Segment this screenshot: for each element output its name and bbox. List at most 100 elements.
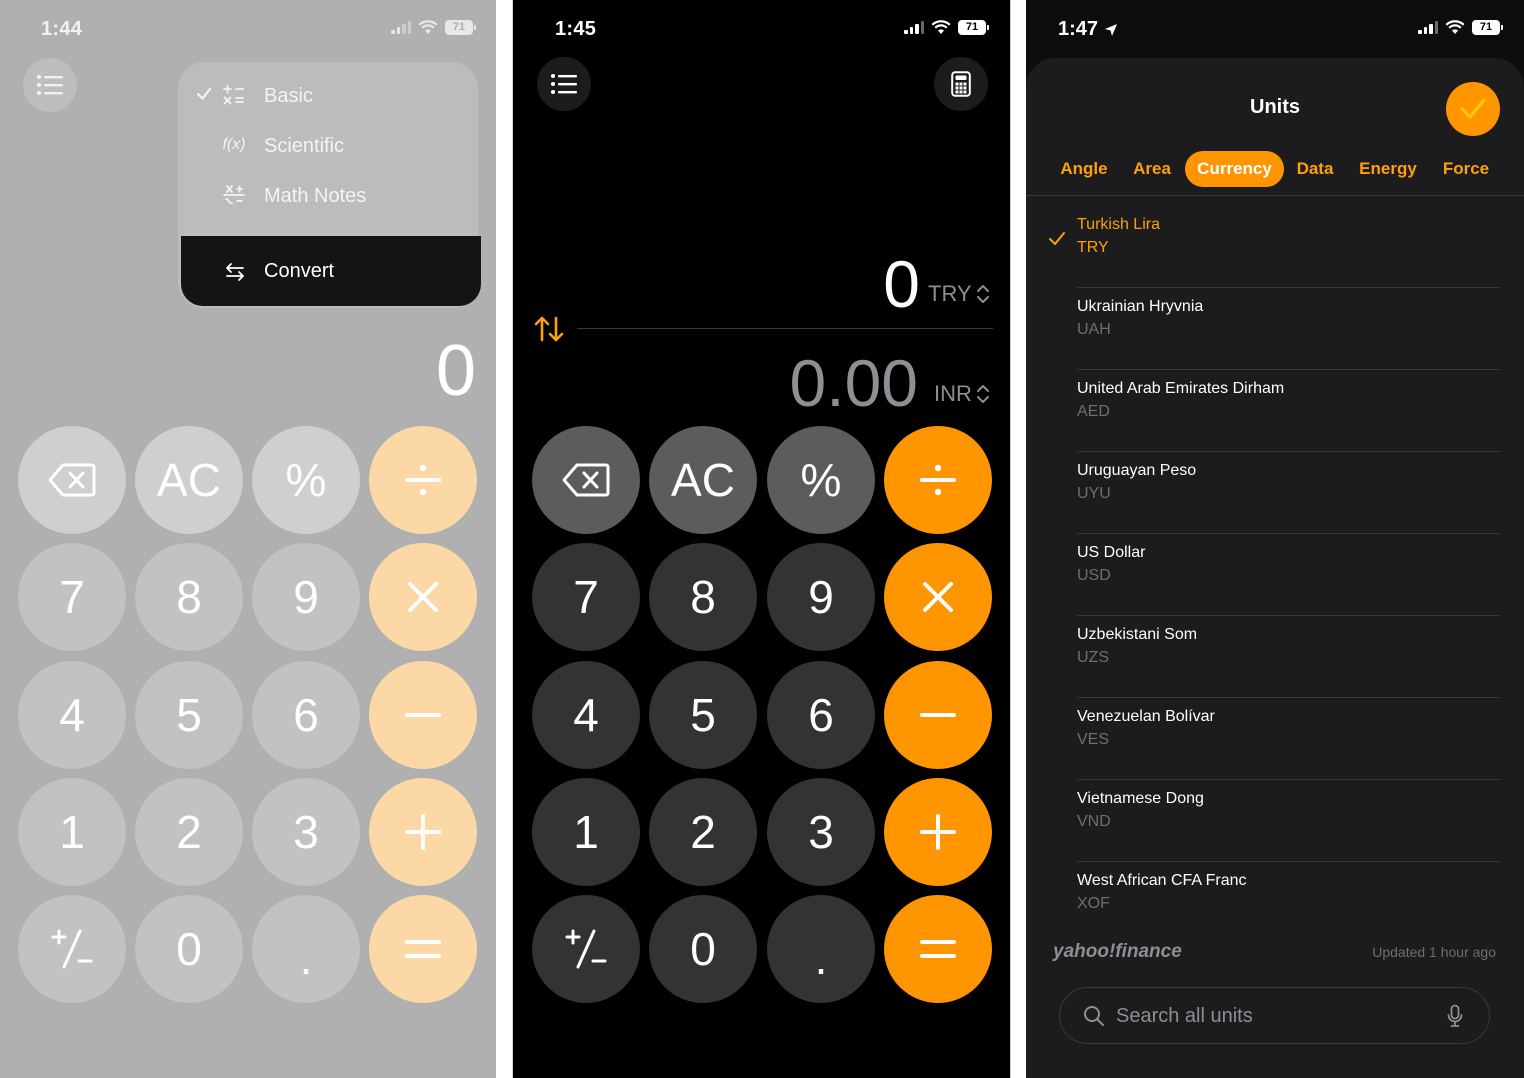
divide-button[interactable] xyxy=(369,426,477,534)
currency-name: Uzbekistani Som xyxy=(1077,626,1198,643)
menu-item-math-notes[interactable]: Math Notes xyxy=(178,174,478,218)
tab-energy[interactable]: Energy xyxy=(1357,151,1419,187)
percent-button[interactable]: % xyxy=(767,426,875,534)
percent-button[interactable]: % xyxy=(252,426,360,534)
microphone-icon[interactable] xyxy=(1447,1004,1463,1028)
menu-list-button[interactable] xyxy=(23,58,77,112)
source-unit-picker[interactable]: TRY xyxy=(928,281,990,307)
digit-3-button[interactable]: 3 xyxy=(767,778,875,886)
backspace-icon xyxy=(562,463,610,497)
decimal-button[interactable]: . xyxy=(252,895,360,1003)
digit-1-button[interactable]: 1 xyxy=(532,778,640,886)
chevron-up-down-icon xyxy=(976,385,989,403)
decimal-button[interactable]: . xyxy=(767,895,875,1003)
digit-0-button[interactable]: 0 xyxy=(135,895,243,1003)
digit-8-button[interactable]: 8 xyxy=(649,543,757,651)
currency-code: XOF xyxy=(1077,895,1110,912)
tab-data[interactable]: Data xyxy=(1293,151,1337,187)
multiply-button[interactable] xyxy=(884,543,992,651)
clear-button[interactable]: AC xyxy=(135,426,243,534)
tab-force[interactable]: Force xyxy=(1440,151,1492,187)
yahoo-finance-logo: yahoo!finance xyxy=(1053,941,1182,962)
menu-item-scientific[interactable]: f(x) Scientific xyxy=(178,124,478,168)
digit-2-button[interactable]: 2 xyxy=(649,778,757,886)
multiply-button[interactable] xyxy=(369,543,477,651)
swap-units-button[interactable] xyxy=(533,314,565,349)
target-unit-label: INR xyxy=(934,381,972,406)
minus-button[interactable] xyxy=(369,661,477,769)
minus-button[interactable] xyxy=(884,661,992,769)
currency-code: AED xyxy=(1077,403,1110,420)
plus-icon xyxy=(405,814,441,850)
digit-6-button[interactable]: 6 xyxy=(767,661,875,769)
digit-4-button[interactable]: 4 xyxy=(532,661,640,769)
plus-minus-button[interactable] xyxy=(532,895,640,1003)
source-unit-label: TRY xyxy=(928,281,972,306)
menu-list-button[interactable] xyxy=(537,57,591,111)
digit-9-button[interactable]: 9 xyxy=(252,543,360,651)
digit-2-button[interactable]: 2 xyxy=(135,778,243,886)
digit-6-button[interactable]: 6 xyxy=(252,661,360,769)
list-item-currency[interactable]: Turkish Lira TRY xyxy=(1026,206,1524,288)
units-picker-screen: 1:47 71 Units Angle Area Currency Data E… xyxy=(1026,0,1524,1078)
currency-code: UAH xyxy=(1077,321,1111,338)
search-field[interactable] xyxy=(1059,987,1490,1044)
minus-icon xyxy=(405,713,441,717)
list-item-currency[interactable]: Uzbekistani Som UZS xyxy=(1026,616,1524,698)
status-time: 1:44 xyxy=(41,18,83,40)
minus-icon xyxy=(920,713,956,717)
target-unit-picker[interactable]: INR xyxy=(934,381,990,407)
plus-minus-button[interactable] xyxy=(18,895,126,1003)
digit-7-button[interactable]: 7 xyxy=(532,543,640,651)
menu-item-basic[interactable]: Basic xyxy=(178,74,478,118)
digit-5-button[interactable]: 5 xyxy=(135,661,243,769)
equals-button[interactable] xyxy=(369,895,477,1003)
digit-9-button[interactable]: 9 xyxy=(767,543,875,651)
clear-button[interactable]: AC xyxy=(649,426,757,534)
checkmark-icon xyxy=(196,87,212,101)
equals-button[interactable] xyxy=(884,895,992,1003)
menu-item-convert[interactable]: Convert xyxy=(181,236,481,306)
list-icon xyxy=(37,75,63,95)
currency-name: Venezuelan Bolívar xyxy=(1077,708,1215,725)
plus-button[interactable] xyxy=(884,778,992,886)
divide-button[interactable] xyxy=(884,426,992,534)
search-input[interactable] xyxy=(1116,1000,1416,1032)
currency-code: VES xyxy=(1077,731,1110,748)
list-item-currency[interactable]: US Dollar USD xyxy=(1026,534,1524,616)
digit-5-button[interactable]: 5 xyxy=(649,661,757,769)
currency-name: Uruguayan Peso xyxy=(1077,462,1197,479)
menu-item-label: Convert xyxy=(264,259,335,282)
digit-4-button[interactable]: 4 xyxy=(18,661,126,769)
digit-3-button[interactable]: 3 xyxy=(252,778,360,886)
calculator-mode-button[interactable] xyxy=(934,57,988,111)
list-item-currency[interactable]: Uruguayan Peso UYU xyxy=(1026,452,1524,534)
list-item-currency[interactable]: Venezuelan Bolívar VES xyxy=(1026,698,1524,780)
backspace-button[interactable] xyxy=(532,426,640,534)
tab-angle[interactable]: Angle xyxy=(1056,151,1112,187)
currency-name: Vietnamese Dong xyxy=(1077,790,1204,807)
backspace-button[interactable] xyxy=(18,426,126,534)
plus-button[interactable] xyxy=(369,778,477,886)
equals-icon xyxy=(920,940,956,958)
digit-1-button[interactable]: 1 xyxy=(18,778,126,886)
currency-code: VND xyxy=(1077,813,1111,830)
digit-0-button[interactable]: 0 xyxy=(649,895,757,1003)
currency-name: Turkish Lira xyxy=(1077,216,1160,233)
plus-minus-icon xyxy=(51,929,93,969)
done-button[interactable] xyxy=(1446,82,1500,136)
tabs-divider xyxy=(1026,195,1524,196)
checkmark-icon xyxy=(1460,98,1486,119)
search-icon xyxy=(1084,1006,1104,1026)
digit-8-button[interactable]: 8 xyxy=(135,543,243,651)
location-arrow-icon xyxy=(1105,23,1118,36)
list-item-currency[interactable]: Vietnamese Dong VND xyxy=(1026,780,1524,862)
currency-code: UZS xyxy=(1077,649,1109,666)
list-item-currency[interactable]: United Arab Emirates Dirham AED xyxy=(1026,370,1524,452)
updated-label: Updated 1 hour ago xyxy=(1372,944,1496,960)
tab-currency[interactable]: Currency xyxy=(1185,151,1284,187)
signal-icon xyxy=(1418,21,1438,34)
tab-area[interactable]: Area xyxy=(1128,151,1176,187)
digit-7-button[interactable]: 7 xyxy=(18,543,126,651)
list-item-currency[interactable]: Ukrainian Hryvnia UAH xyxy=(1026,288,1524,370)
